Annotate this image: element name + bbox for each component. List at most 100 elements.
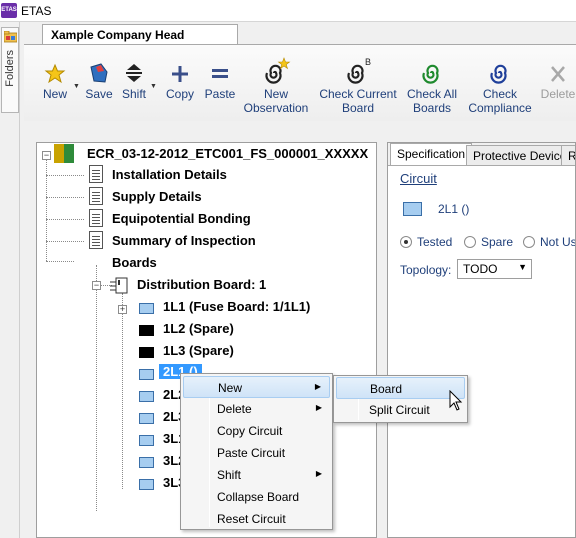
delete-x-icon — [551, 66, 565, 82]
new-observation-button[interactable]: New Observation — [240, 55, 312, 115]
document-icon — [89, 231, 103, 249]
tree-item-circuit[interactable]: 1L3 (Spare) — [163, 343, 234, 358]
radio-spare[interactable]: Spare — [464, 235, 513, 249]
delete-button[interactable]: Delete — [538, 55, 576, 101]
document-icon — [89, 209, 103, 227]
tree-item-circuit[interactable]: 1L1 (Fuse Board: 1/1L1) — [163, 299, 310, 314]
tree-root[interactable]: ECR_03-12-2012_ETC001_FS_000001_XXXXX — [87, 146, 368, 161]
copy-button[interactable]: Copy — [164, 55, 196, 101]
circuit-1l1-expander[interactable]: + — [118, 305, 127, 314]
check-current-board-button[interactable]: B Check Current Board — [316, 55, 400, 115]
folders-button[interactable]: Folders — [1, 27, 19, 113]
submenu-arrow-icon: ▶ — [315, 403, 322, 412]
submenu-arrow-icon: ▶ — [314, 382, 321, 391]
circuit-icon — [139, 479, 154, 490]
circuit-label: 2L1 () — [438, 202, 470, 216]
mouse-cursor-icon — [449, 390, 463, 411]
save-button[interactable]: Save — [84, 55, 114, 101]
tree-connector — [46, 197, 84, 198]
plus-icon — [172, 66, 188, 82]
tab-document[interactable]: Xample Company Head Office_... — [42, 24, 238, 56]
shift-icon — [126, 64, 142, 82]
spare-circuit-icon — [139, 347, 154, 358]
tree-connector — [96, 265, 97, 511]
menu-item-reset-circuit[interactable]: Reset Circuit — [183, 508, 330, 530]
tab-specification[interactable]: Specification — [390, 143, 473, 166]
tree-connector — [46, 175, 84, 176]
circuit-icon — [139, 457, 154, 468]
radio-dot — [523, 236, 535, 248]
submenu-arrow-icon: ▶ — [315, 469, 322, 478]
new-dropdown-arrow[interactable]: ▼ — [73, 83, 80, 90]
submenu-item-split-circuit[interactable]: Split Circuit — [336, 399, 465, 421]
menu-item-paste-circuit[interactable]: Paste Circuit — [183, 442, 330, 464]
circuit-icon — [139, 413, 154, 424]
topology-value: TODO — [463, 262, 498, 276]
submenu-item-board[interactable]: Board — [336, 377, 465, 399]
context-menu: New ▶ Delete ▶ Copy Circuit Paste Circuit … — [180, 373, 333, 530]
folders-strip: Folders — [0, 22, 20, 538]
title-bar: ETAS ETAS — [0, 0, 576, 22]
shift-dropdown-arrow[interactable]: ▼ — [150, 83, 157, 90]
spiral-green-icon — [422, 64, 439, 84]
circuit-icon — [403, 202, 422, 216]
circuit-icon — [139, 369, 154, 380]
radio-dot — [464, 236, 476, 248]
distribution-board-icon — [110, 277, 128, 294]
tree-connector — [46, 241, 84, 242]
report-icon — [54, 144, 64, 163]
new-submenu: Board Split Circuit — [333, 375, 468, 423]
menu-item-delete[interactable]: Delete ▶ — [183, 398, 330, 420]
topology-select[interactable]: TODO ▼ — [457, 259, 532, 279]
spiral-board-icon: B — [347, 57, 371, 84]
folders-label: Folders — [4, 50, 16, 87]
tree-connector — [122, 293, 123, 489]
tree-item-distribution-board[interactable]: Distribution Board: 1 — [137, 277, 266, 292]
tree-item-circuit[interactable]: 1L2 (Spare) — [163, 321, 234, 336]
window-title: ETAS — [21, 4, 52, 18]
topology-label: Topology: — [400, 263, 452, 277]
menu-item-new[interactable]: New ▶ — [183, 376, 330, 398]
tree-item-supply-details[interactable]: Supply Details — [112, 189, 202, 204]
tab-protective-device[interactable]: Protective Device — [466, 145, 574, 165]
tree-item-summary-of-inspection[interactable]: Summary of Inspection — [112, 233, 256, 248]
folders-icon — [4, 31, 17, 43]
radio-tested[interactable]: Tested — [400, 235, 452, 249]
menu-item-collapse-board[interactable]: Collapse Board — [183, 486, 330, 508]
tree-connector — [46, 219, 84, 220]
circuit-icon — [139, 391, 154, 402]
check-compliance-button[interactable]: Check Compliance — [464, 55, 536, 115]
tree-item-boards[interactable]: Boards — [112, 255, 157, 270]
document-icon — [89, 165, 103, 183]
radio-not-used[interactable]: Not Used — [523, 235, 575, 249]
document-icon — [89, 187, 103, 205]
save-icon — [90, 63, 108, 83]
tab-overflow[interactable]: Re — [561, 145, 575, 165]
spare-circuit-icon — [139, 325, 154, 336]
radio-dot — [400, 236, 412, 248]
report-icon-band — [64, 144, 74, 163]
distribution-board-expander[interactable]: − — [92, 281, 101, 290]
paste-button[interactable]: Paste — [202, 55, 238, 101]
toolbar: New ▼ Save Shift ▼ Copy Paste New Observ… — [24, 45, 576, 121]
new-button[interactable]: New — [38, 55, 72, 101]
specification-body: Circuit 2L1 () Tested Spare Not Used Top… — [388, 166, 575, 537]
menu-item-shift[interactable]: Shift ▶ — [183, 464, 330, 486]
circuit-heading: Circuit — [400, 171, 437, 186]
spiral-blue-icon — [490, 64, 507, 84]
circuit-icon — [139, 435, 154, 446]
shift-button[interactable]: Shift — [120, 55, 148, 101]
fuse-board-icon — [139, 303, 154, 314]
root-expander[interactable]: − — [42, 151, 51, 160]
spiral-star-icon — [265, 57, 291, 84]
tree-connector — [46, 261, 74, 262]
etas-app-icon: ETAS — [1, 3, 17, 18]
properties-panel: Specification Protective Device Re Circu… — [387, 142, 576, 538]
check-all-boards-button[interactable]: Check All Boards — [404, 55, 460, 115]
svg-text:B: B — [365, 57, 371, 67]
tree-item-equipotential-bonding[interactable]: Equipotential Bonding — [112, 211, 251, 226]
menu-item-copy-circuit[interactable]: Copy Circuit — [183, 420, 330, 442]
star-icon — [44, 63, 66, 84]
tree-item-installation-details[interactable]: Installation Details — [112, 167, 227, 182]
chevron-down-icon: ▼ — [518, 262, 527, 272]
